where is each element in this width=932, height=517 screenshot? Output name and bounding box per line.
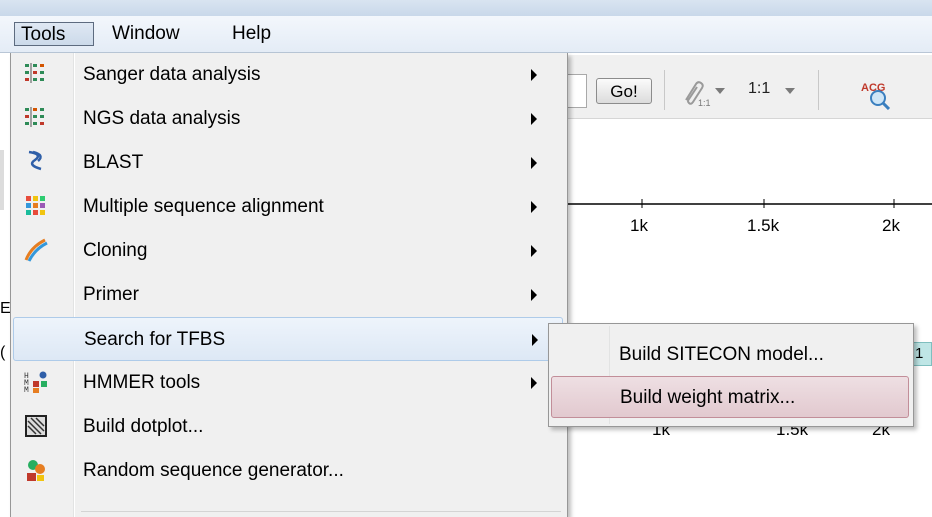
menu-item-primer[interactable]: Primer xyxy=(13,273,563,317)
dna-icon xyxy=(24,238,48,262)
left-panel-edge xyxy=(0,150,4,210)
find-pattern-icon[interactable]: ACG xyxy=(858,76,892,110)
menu-item-label: Search for TFBS xyxy=(84,329,226,350)
menu-item-label: Sanger data analysis xyxy=(83,64,261,85)
submenu-item-label: Build weight matrix... xyxy=(620,387,796,408)
menubar: Tools Window Help xyxy=(0,16,932,53)
left-panel-fragment: ( xyxy=(0,344,6,361)
submenu-item-build-sitecon[interactable]: Build SITECON model... xyxy=(551,334,909,376)
chevron-down-icon[interactable] xyxy=(714,86,726,96)
menu-item-label: Primer xyxy=(83,284,139,305)
sequence-segment[interactable]: 1 xyxy=(912,342,932,366)
submenu-arrow-icon xyxy=(531,377,537,389)
submenu-arrow-icon xyxy=(531,69,537,81)
msa-icon xyxy=(26,196,45,215)
menu-item-label: NGS data analysis xyxy=(83,108,241,129)
paperclip-icon[interactable]: 1:1 xyxy=(678,78,712,108)
menu-item-ngs[interactable]: NGS data analysis xyxy=(13,97,563,141)
go-button[interactable]: Go! xyxy=(596,78,652,104)
blast-icon xyxy=(28,150,42,171)
menu-item-label: Multiple sequence alignment xyxy=(83,196,324,217)
submenu-arrow-icon xyxy=(531,289,537,301)
tools-menu: Sanger data analysis NGS data analysis B… xyxy=(10,53,568,517)
menu-item-hmmer[interactable]: H M M HMMER tools xyxy=(13,361,563,405)
menu-item-cloning[interactable]: Cloning xyxy=(13,229,563,273)
submenu-arrow-icon xyxy=(531,245,537,257)
toolbar-separator xyxy=(664,70,665,110)
random-seq-icon xyxy=(27,460,45,481)
submenu-item-label: Build SITECON model... xyxy=(619,344,824,365)
menu-item-label: Build dotplot... xyxy=(83,416,204,437)
ruler-tick-label: 1.5k xyxy=(747,216,780,235)
menu-item-label: Cloning xyxy=(83,240,148,261)
chevron-down-icon[interactable] xyxy=(784,86,796,96)
ruler-tick-label: 1k xyxy=(630,216,648,235)
submenu-item-build-weight-matrix[interactable]: Build weight matrix... xyxy=(551,376,909,418)
menu-tools[interactable]: Tools xyxy=(14,22,94,46)
menu-separator xyxy=(81,511,561,512)
menu-item-random-sequence[interactable]: Random sequence generator... xyxy=(13,449,563,493)
tfbs-submenu: Build SITECON model... Build weight matr… xyxy=(548,323,914,427)
menu-help[interactable]: Help xyxy=(226,22,296,46)
sanger-icon xyxy=(25,63,44,83)
menu-item-msa[interactable]: Multiple sequence alignment xyxy=(13,185,563,229)
toolbar-separator xyxy=(818,70,819,110)
clip-icon-sub-label: 1:1 xyxy=(698,98,711,108)
submenu-arrow-icon xyxy=(531,113,537,125)
submenu-arrow-icon xyxy=(532,334,538,346)
menu-item-search-tfbs[interactable]: Search for TFBS xyxy=(13,317,563,361)
menu-item-sanger[interactable]: Sanger data analysis xyxy=(13,53,563,97)
submenu-arrow-icon xyxy=(531,157,537,169)
submenu-arrow-icon xyxy=(531,201,537,213)
menu-window[interactable]: Window xyxy=(106,22,214,46)
ruler-tick-label: 2k xyxy=(882,216,900,235)
menu-item-blast[interactable]: BLAST xyxy=(13,141,563,185)
ngs-icon xyxy=(25,107,44,127)
window-title-strip xyxy=(0,0,932,16)
menu-item-label: Random sequence generator... xyxy=(83,460,344,481)
svg-text:M: M xyxy=(24,386,29,395)
dotplot-icon xyxy=(25,415,47,437)
zoom-level-label[interactable]: 1:1 xyxy=(748,80,770,98)
menu-item-label: BLAST xyxy=(83,152,144,173)
sequence-ruler-top xyxy=(560,199,932,208)
hmmer-icon: H M M xyxy=(24,371,47,395)
menu-item-build-dotplot[interactable]: Build dotplot... xyxy=(13,405,563,449)
menu-item-label: HMMER tools xyxy=(83,372,201,393)
